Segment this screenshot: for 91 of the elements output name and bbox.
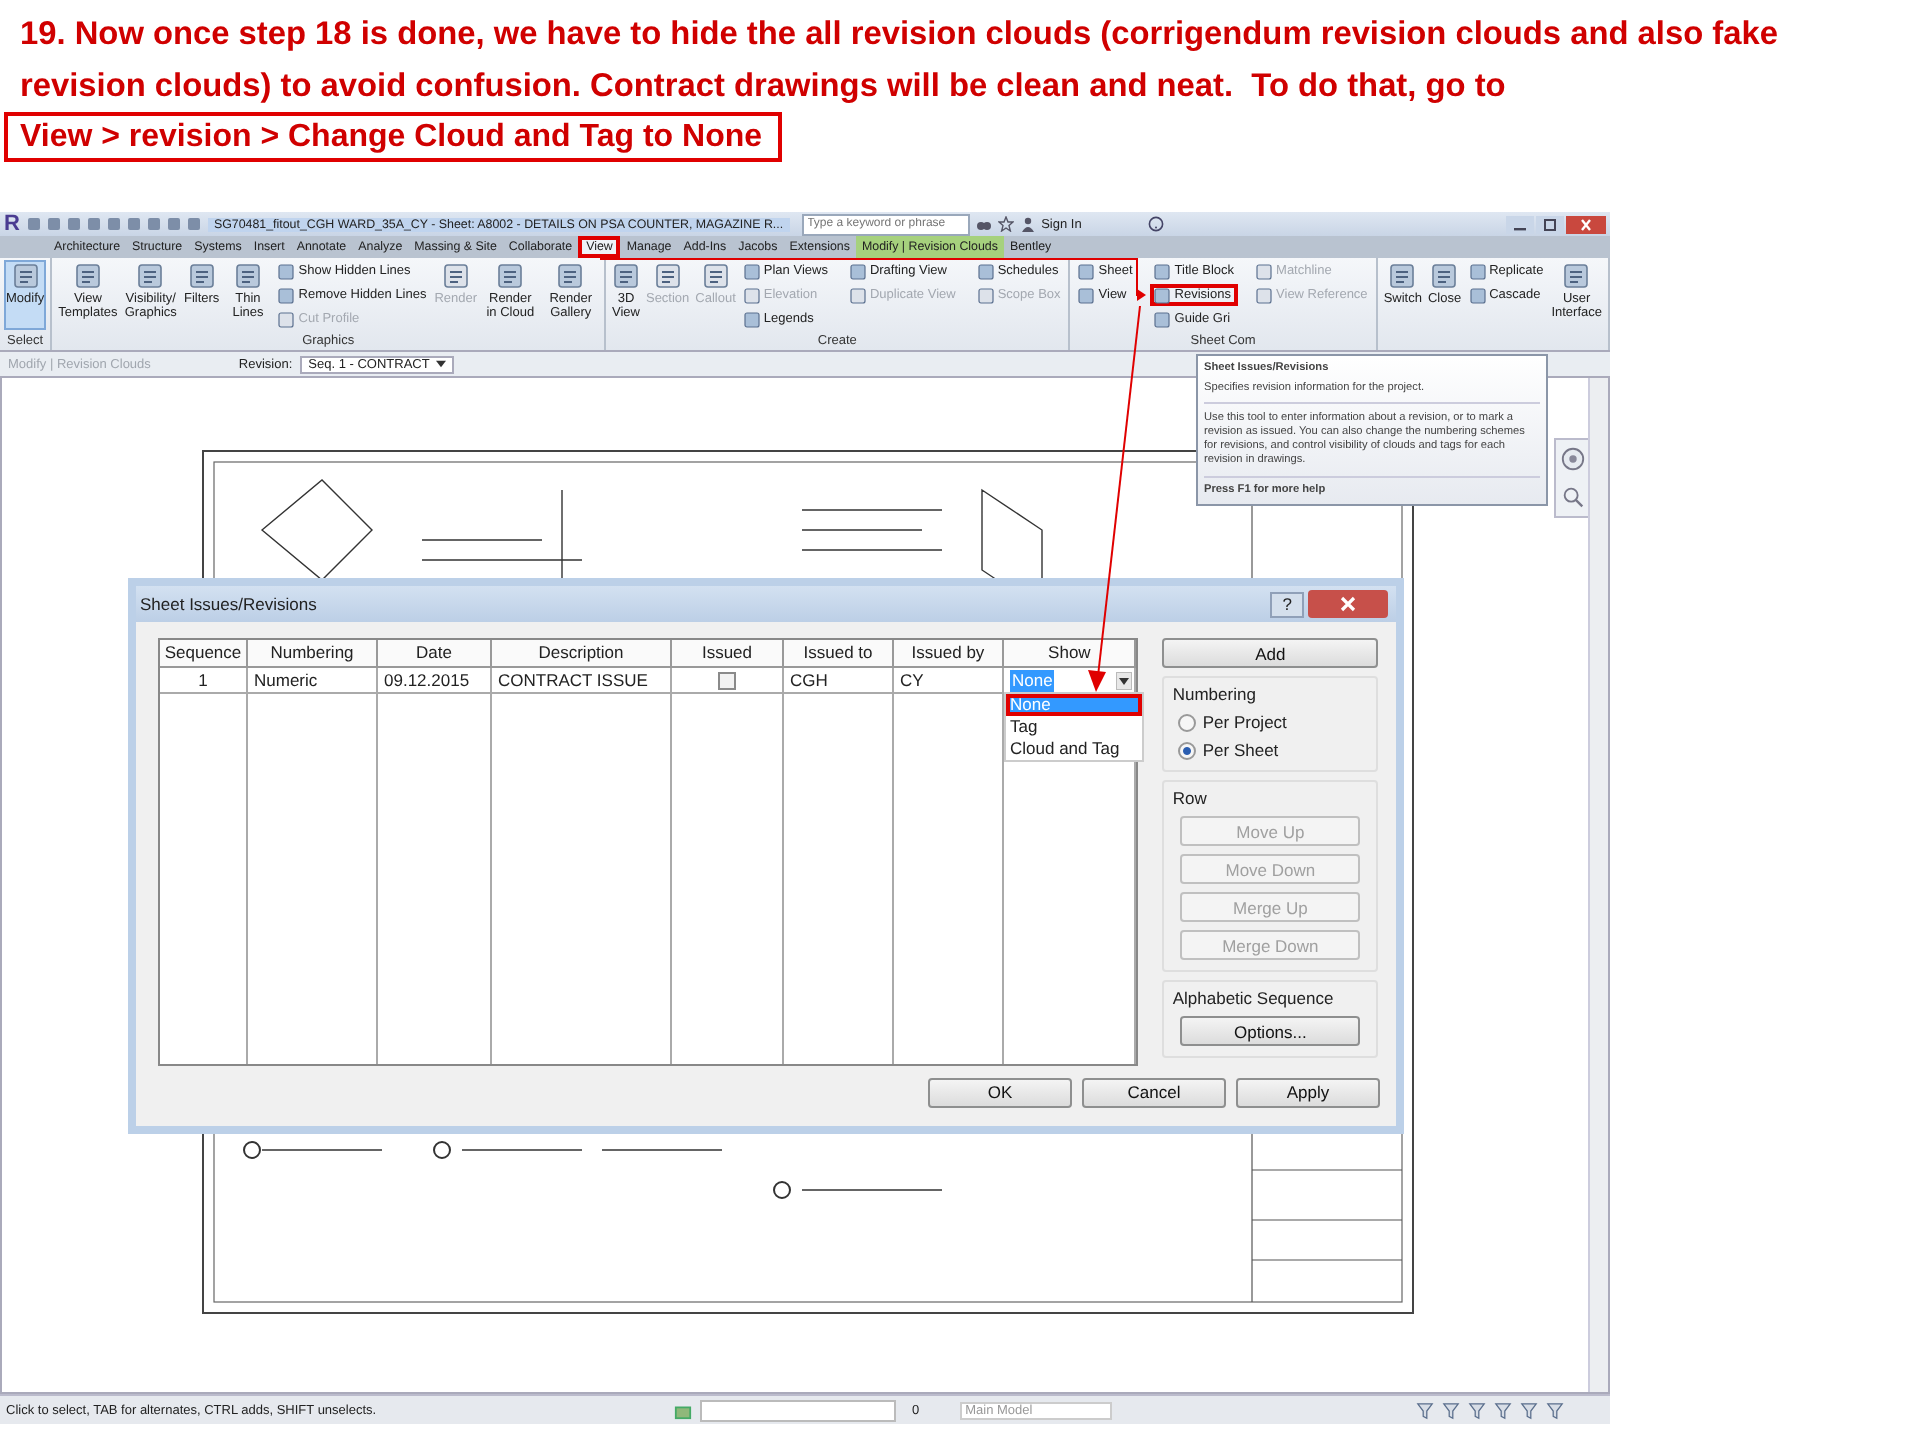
document-icon [556,262,585,290]
square-icon [1154,287,1171,303]
document-icon [136,262,165,290]
document-icon [1430,262,1459,290]
square-icon [743,287,760,303]
dialog-title: Sheet Issues/Revisions [140,594,317,614]
workset-field[interactable] [700,1399,896,1421]
document-icon [1388,262,1417,290]
caret-icon[interactable] [1116,671,1133,689]
square-icon[interactable] [105,216,122,232]
table-cell: CGH [784,668,894,694]
add-button[interactable]: Add [1162,638,1378,668]
radio-label: Per Project [1202,712,1287,732]
square-icon[interactable] [45,216,62,232]
binoculars-icon[interactable] [975,216,992,232]
column-header: Issued by [894,640,1004,668]
dialog-button[interactable]: Apply [1236,1077,1380,1107]
square-icon[interactable] [25,216,42,232]
minimize-icon[interactable] [1506,215,1534,233]
group-label: Alphabetic Sequence [1172,988,1336,1008]
table-cell: Numeric [248,668,378,694]
document-icon [233,262,262,290]
worksets-icon[interactable] [674,1401,692,1419]
square-icon [278,263,295,279]
document-icon [73,262,102,290]
close-button[interactable] [1308,590,1388,618]
square-icon [849,263,866,279]
zoom-wheel-icon[interactable] [1560,446,1586,472]
square-icon [1078,287,1095,303]
instruction-text: 19. Now once step 18 is done, we have to hide the all revision clouds (corrigendum revision clouds and also fake revision clouds) to avoid confusion. Contract drawings will be clean and neat. To do that, go to [20,14,1780,108]
square-icon[interactable] [185,216,202,232]
square-icon[interactable] [65,216,82,232]
column-header: Date [378,640,492,668]
square-icon[interactable] [125,216,142,232]
document-icon [11,262,40,290]
document-icon [653,262,682,290]
table-cell: CY [894,668,1004,694]
square-icon [977,287,994,303]
column-header: Issued [672,640,784,668]
maximize-icon[interactable] [1536,215,1564,233]
column-header: Sequence [160,640,248,668]
square-icon[interactable] [165,216,182,232]
issued-checkbox[interactable] [718,671,736,689]
help-icon[interactable] [1147,216,1164,232]
square-icon [849,287,866,303]
column-header: Issued to [784,640,894,668]
square-icon [278,311,295,327]
document-icon [1562,262,1591,290]
radio-button[interactable] [1178,713,1197,731]
user-icon[interactable] [1019,216,1036,232]
app-logo[interactable]: R [4,212,20,236]
square-icon [1154,263,1171,279]
square-icon [1154,311,1171,327]
square-icon [1469,287,1486,303]
square-icon[interactable] [145,216,162,232]
options-button[interactable]: Options... [1180,1016,1360,1046]
star-icon[interactable] [997,216,1014,232]
close-icon[interactable] [1566,215,1606,233]
square-icon [743,311,760,327]
square-icon [278,287,295,303]
caret-icon[interactable] [435,360,446,368]
square-icon [1078,263,1095,279]
scrollbar[interactable] [1588,378,1608,1392]
dialog-button[interactable]: OK [928,1077,1072,1107]
square-icon [977,263,994,279]
radio-button[interactable] [1178,741,1197,759]
document-icon [611,262,640,290]
dialog-button[interactable]: Cancel [1082,1077,1226,1107]
column-header: Show [1004,640,1137,668]
square-icon [743,263,760,279]
table-cell: 1 [160,668,248,694]
table-cell: 09.12.2015 [378,668,492,694]
square-icon [1469,263,1486,279]
help-button[interactable]: ? [1270,591,1304,617]
document-icon [496,262,525,290]
menu-path-callout: View > revision > Change Cloud and Tag to None [4,112,783,162]
group-label: Numbering [1172,684,1258,704]
document-icon [701,262,730,290]
column-header: Numbering [248,640,378,668]
dropdown-option[interactable]: Cloud and Tag [1006,738,1142,760]
square-icon [1256,287,1273,303]
group-label: Row [1172,788,1209,808]
zoom-icon[interactable] [1560,484,1586,510]
document-icon [441,262,470,290]
column-header: Description [492,640,672,668]
document-icon [187,262,216,290]
square-icon[interactable] [85,216,102,232]
dropdown-option[interactable]: Tag [1006,716,1142,738]
table-cell: CONTRACT ISSUE [492,668,672,694]
radio-label: Per Sheet [1202,740,1279,760]
square-icon [1256,263,1273,279]
